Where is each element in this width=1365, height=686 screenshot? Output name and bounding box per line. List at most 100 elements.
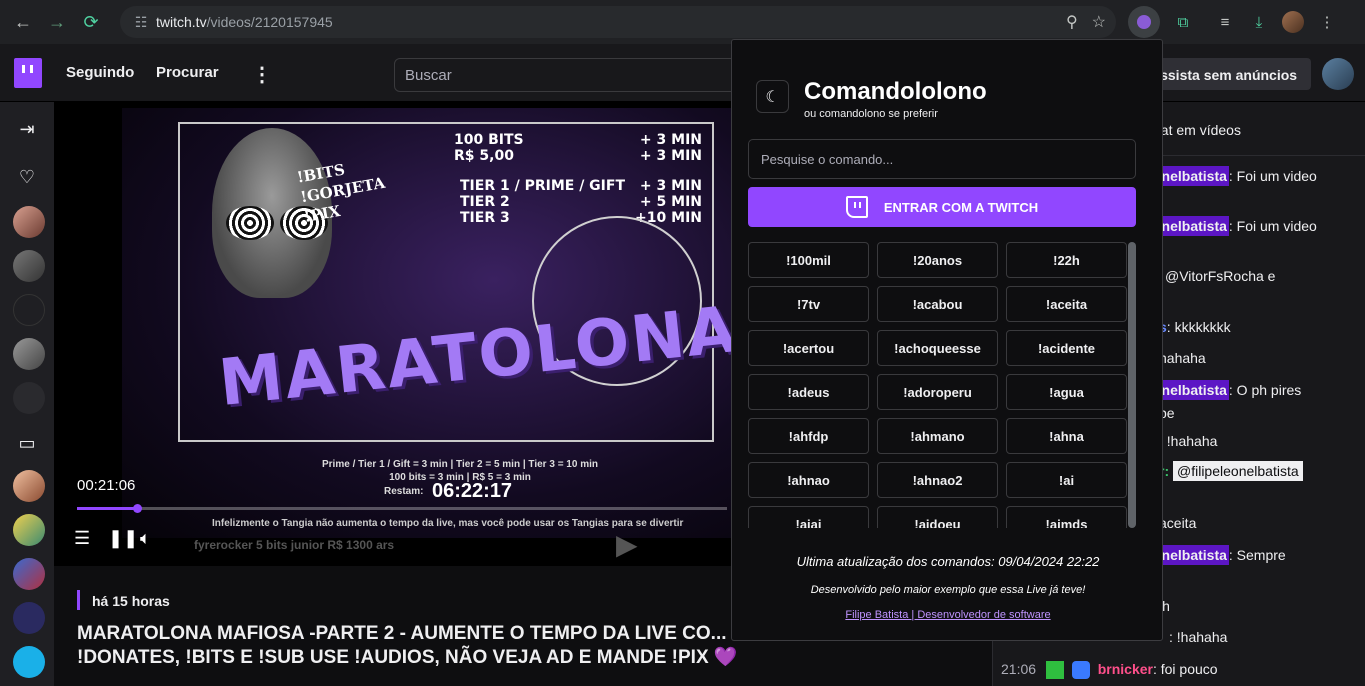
command-button[interactable]: !7tv	[748, 286, 869, 322]
thumbnail-note: Infelizmente o Tangia não aumenta o temp…	[212, 518, 684, 529]
channel-avatar[interactable]	[13, 558, 45, 590]
browser-menu-icon[interactable]: ⋮	[1316, 11, 1338, 33]
chat-message: r: @filipeleonelbatista	[1159, 461, 1303, 481]
command-button[interactable]: !aidoeu	[877, 506, 998, 528]
command-search-input[interactable]: Pesquise o comando...	[748, 139, 1136, 179]
command-button[interactable]: !adeus	[748, 374, 869, 410]
video-camera-icon[interactable]: ▭	[16, 432, 38, 454]
twitch-search-input[interactable]: Buscar	[394, 58, 744, 92]
chat-message: onelbatista: Foi um video	[1151, 216, 1317, 236]
channel-avatar[interactable]	[13, 294, 45, 326]
extensions-puzzle-icon[interactable]: ⧉	[1172, 11, 1194, 33]
chat-message: onelbatista: Sempre	[1151, 545, 1286, 565]
command-button[interactable]: !ahfdp	[748, 418, 869, 454]
accent-bar	[77, 590, 80, 610]
address-bar[interactable]: ☷ twitch.tv/videos/2120157945 ⚲ ☆	[120, 6, 1116, 38]
volume-icon[interactable]: 🔈︎	[140, 528, 151, 549]
restam-time: 06:22:17	[432, 480, 513, 502]
command-button[interactable]: !ai	[1006, 462, 1127, 498]
chat-message: : !hahaha	[1159, 433, 1218, 449]
command-button[interactable]: !aiai	[748, 506, 869, 528]
heart-icon[interactable]: ♡	[16, 166, 38, 188]
command-button[interactable]: !adoroperu	[877, 374, 998, 410]
last-updated: Ultima atualização dos comandos: 09/04/2…	[796, 554, 1100, 569]
theme-toggle-moon-icon[interactable]: ☾	[756, 80, 789, 113]
profile-avatar[interactable]	[1282, 11, 1304, 33]
command-button[interactable]: !achoqueesse	[877, 330, 998, 366]
video-title: MARATOLONA MAFIOSA -PARTE 2 - AUMENTE O …	[77, 623, 738, 668]
more-options-icon[interactable]: ⋮	[252, 62, 272, 87]
channel-avatar[interactable]	[13, 602, 45, 634]
video-frame: !BITS !GORJETA !PIX 100 BITS + 3 MIN R$ 5…	[122, 108, 742, 538]
chapters-icon[interactable]: ☰	[74, 528, 90, 549]
command-button[interactable]: !ahna	[1006, 418, 1127, 454]
back-icon[interactable]: ←	[6, 5, 40, 39]
command-button[interactable]: !20anos	[877, 242, 998, 278]
channel-avatar[interactable]	[13, 382, 45, 414]
channel-avatar[interactable]	[13, 470, 45, 502]
channel-avatar[interactable]	[13, 250, 45, 282]
command-button[interactable]: !acabou	[877, 286, 998, 322]
price-list: 100 BITS + 3 MIN R$ 5,00 + 3 MIN TIER 1 / …	[454, 132, 702, 226]
side-nav: ⇥ ♡ ▭	[0, 102, 54, 686]
verified-badge-icon	[1071, 661, 1090, 680]
chat-message: s: kkkkkkkk	[1159, 319, 1231, 335]
command-button[interactable]: !acidente	[1006, 330, 1127, 366]
chat-message: : !hahaha	[1169, 629, 1228, 645]
command-button[interactable]: !acertou	[748, 330, 869, 366]
seek-bar[interactable]	[77, 504, 727, 513]
media-queue-icon[interactable]: ≡	[1214, 11, 1236, 33]
command-button[interactable]: !22h	[1006, 242, 1127, 278]
developed-by: Desenvolvido pelo maior exemplo que essa…	[810, 584, 1086, 596]
video-age: há 15 horas	[92, 593, 170, 609]
chat-message: onelbatista: Foi um video	[1151, 166, 1317, 186]
nav-browse[interactable]: Procurar	[156, 64, 219, 81]
site-info-icon[interactable]: ☷	[126, 14, 156, 31]
command-button[interactable]: !ahnao2	[877, 462, 998, 498]
user-avatar[interactable]	[1322, 58, 1354, 90]
twitch-logo[interactable]	[14, 58, 42, 88]
extension-popup: ☾ Comandololono ou comandolono se prefer…	[731, 39, 1163, 641]
twitch-login-button[interactable]: ENTRAR COM A TWITCH	[748, 187, 1136, 227]
nav-following[interactable]: Seguindo	[66, 64, 134, 81]
popup-title: Comandololono	[804, 78, 987, 105]
scrollbar[interactable]	[1126, 242, 1136, 528]
command-button[interactable]: !ahmano	[877, 418, 998, 454]
channel-avatar[interactable]	[13, 646, 45, 678]
command-button[interactable]: !aimds	[1006, 506, 1127, 528]
badge-icon	[1045, 661, 1064, 680]
channel-avatar[interactable]	[13, 206, 45, 238]
thumbnail-ticker: fyrerocker 5 bits junior R$ 1300 ars	[194, 538, 395, 552]
channel-avatar[interactable]	[13, 514, 45, 546]
channel-avatar[interactable]	[13, 338, 45, 370]
current-time: 00:21:06	[77, 477, 136, 494]
video-player[interactable]: !BITS !GORJETA !PIX 100 BITS + 3 MIN R$ 5…	[54, 102, 744, 566]
chat-message: aceita	[1159, 515, 1197, 531]
command-button[interactable]: !agua	[1006, 374, 1127, 410]
popup-subtitle: ou comandolono se preferir	[804, 108, 938, 120]
chat-message: onelbatista: O ph pires	[1151, 380, 1302, 400]
ad-free-button[interactable]: Assista sem anúncios	[1140, 58, 1311, 90]
download-icon[interactable]: ⤓	[1248, 11, 1270, 33]
chat-message: @VitorFsRocha e	[1165, 268, 1276, 284]
forward-icon[interactable]: →	[40, 5, 74, 39]
pause-icon[interactable]: ❚❚	[108, 528, 138, 549]
restam-label: Restam:	[384, 486, 424, 497]
reload-icon[interactable]: ⟳	[74, 5, 108, 39]
chat-message: 21:06 brnicker: foi pouco	[1001, 661, 1218, 680]
expand-sidebar-icon[interactable]: ⇥	[16, 118, 38, 140]
extension-comandololono-icon[interactable]	[1128, 6, 1160, 38]
video-meta: há 15 horas MARATOLONA MAFIOSA -PARTE 2 …	[54, 566, 744, 686]
command-button[interactable]: !100mil	[748, 242, 869, 278]
browser-toolbar: ← → ⟳ ☷ twitch.tv/videos/2120157945 ⚲ ☆ …	[0, 0, 1365, 44]
play-overlay-icon: ▶	[616, 529, 638, 560]
command-list: !100mil !20anos !22h !7tv !acabou !aceita !ace…	[748, 242, 1128, 528]
developer-link[interactable]: Filipe Batista | Desenvolvedor de softwa…	[732, 609, 1164, 621]
address-url[interactable]: twitch.tv/videos/2120157945	[156, 14, 333, 30]
zoom-icon[interactable]: ⚲	[1066, 12, 1078, 32]
bookmark-star-icon[interactable]: ☆	[1092, 12, 1106, 32]
command-button[interactable]: !ahnao	[748, 462, 869, 498]
seek-knob[interactable]	[133, 504, 142, 513]
chat-message: hahaha	[1159, 350, 1206, 366]
command-button[interactable]: !aceita	[1006, 286, 1127, 322]
